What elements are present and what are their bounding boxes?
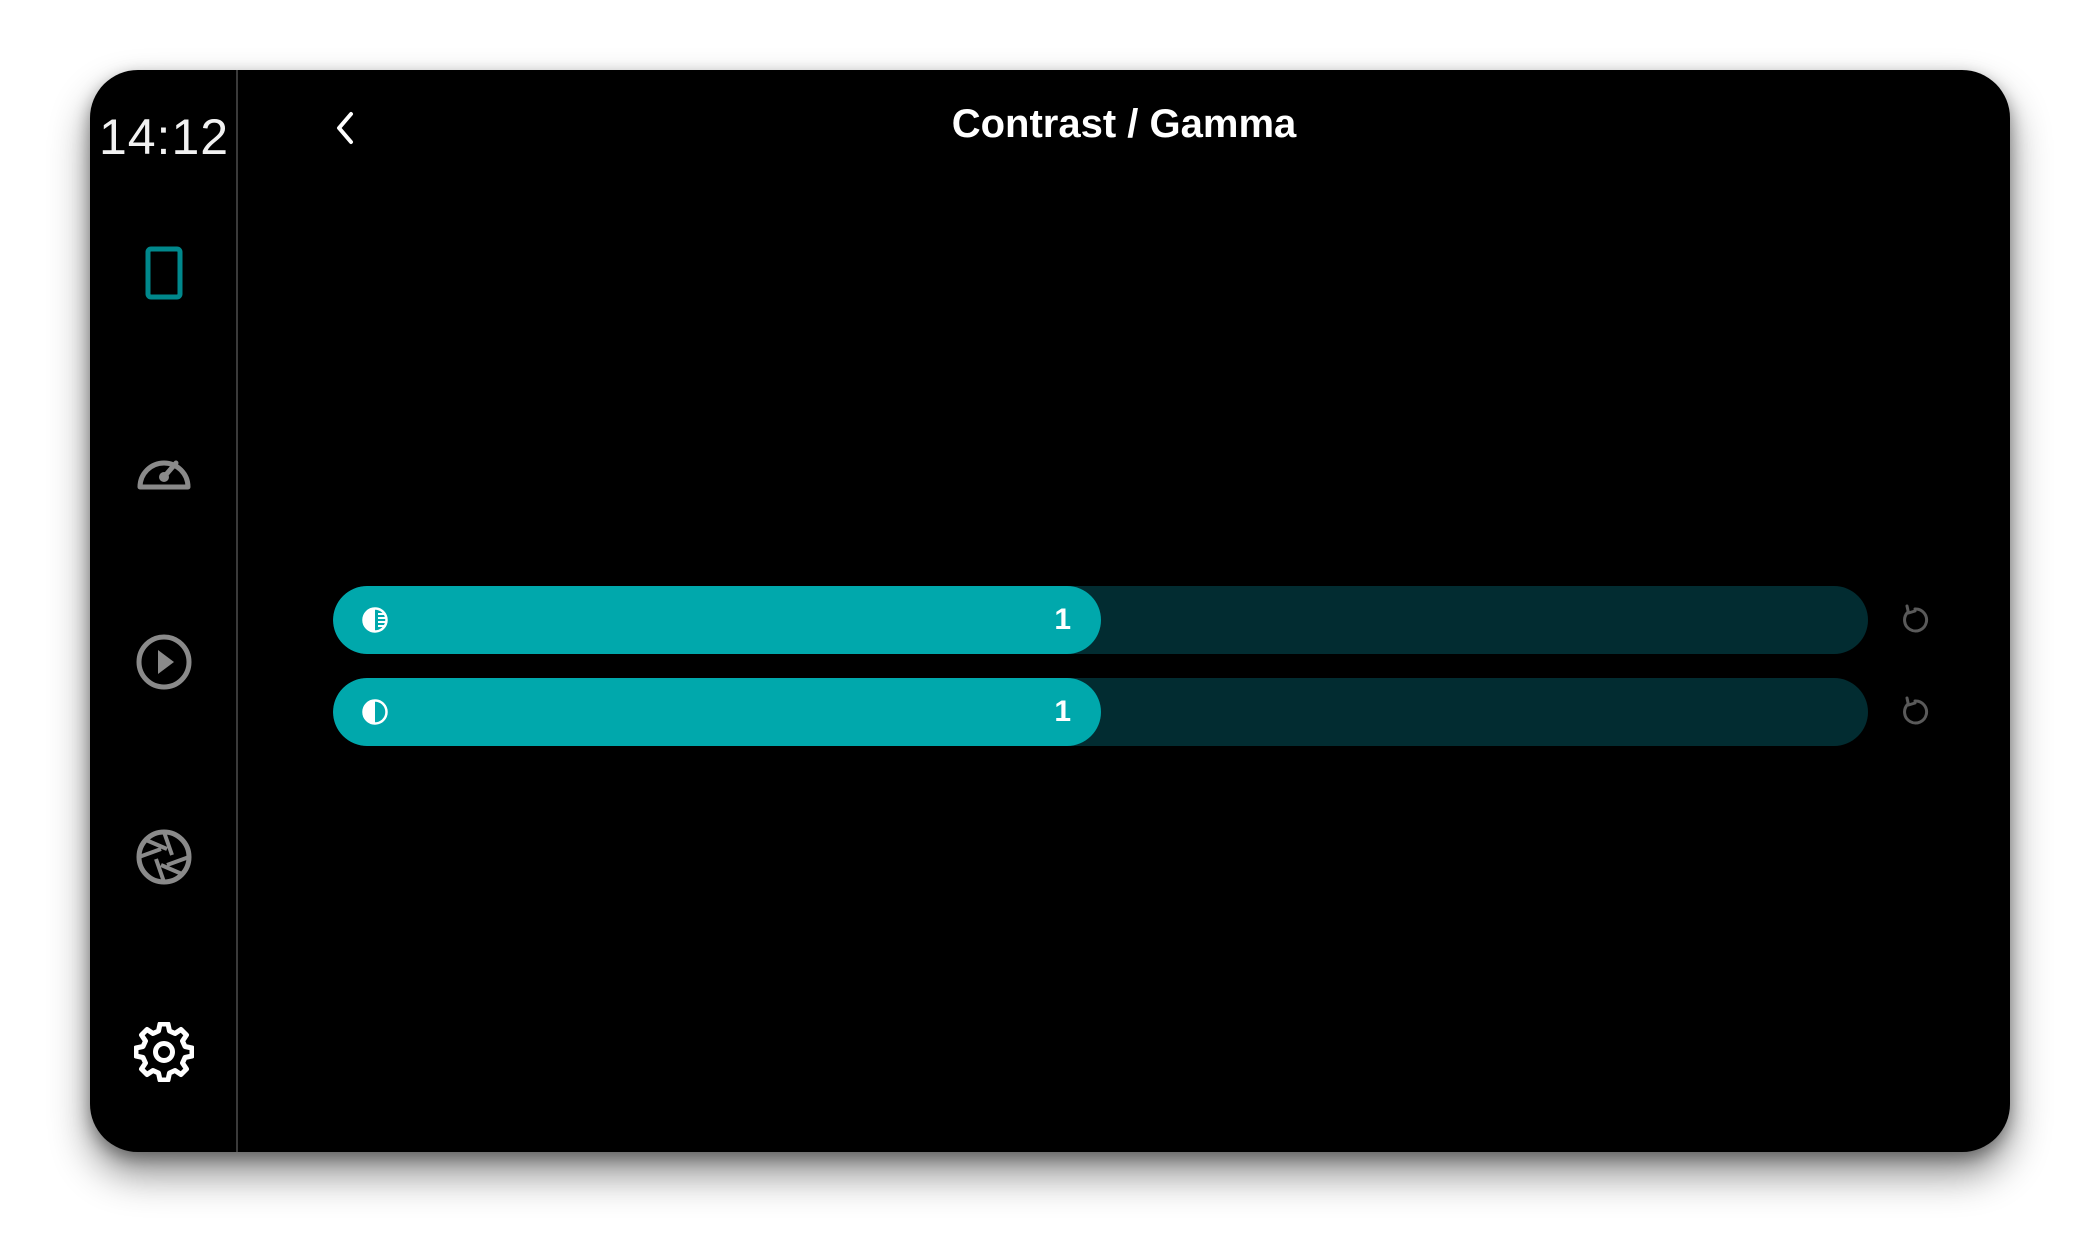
sidebar-item-speedometer[interactable] [124,428,204,508]
tablet-icon [145,246,183,300]
reset-icon [1903,604,1929,633]
gear-icon [134,1022,194,1082]
gamma-reset-button[interactable] [1895,692,1935,732]
gamma-slider-fill [333,678,1101,746]
speedometer-icon [137,460,191,490]
contrast-slider[interactable]: 1 [333,586,1868,654]
reset-icon [1903,696,1929,725]
sidebar: 14:12 [90,70,238,1152]
header: Contrast / Gamma [238,70,2010,180]
contrast-slider-fill [333,586,1101,654]
clock: 14:12 [98,109,230,165]
contrast-value: 1 [1054,603,1071,636]
half-circle-icon [362,699,388,725]
slider-row-gamma: 1 [333,678,1963,746]
contrast-icon [362,607,388,633]
aperture-icon [136,829,192,885]
gamma-slider[interactable]: 1 [333,678,1868,746]
slider-row-contrast: 1 [333,586,1963,654]
play-circle-icon [136,634,192,690]
device-screen: 14:12 Contrast / Gamma 1 1 [90,70,2010,1152]
page-title: Contrast / Gamma [951,102,1297,146]
sidebar-item-display[interactable] [124,233,204,313]
sidebar-item-camera[interactable] [124,817,204,897]
contrast-reset-button[interactable] [1895,600,1935,640]
sidebar-item-play[interactable] [124,622,204,702]
gamma-value: 1 [1054,695,1071,728]
sidebar-item-settings[interactable] [124,1012,204,1092]
